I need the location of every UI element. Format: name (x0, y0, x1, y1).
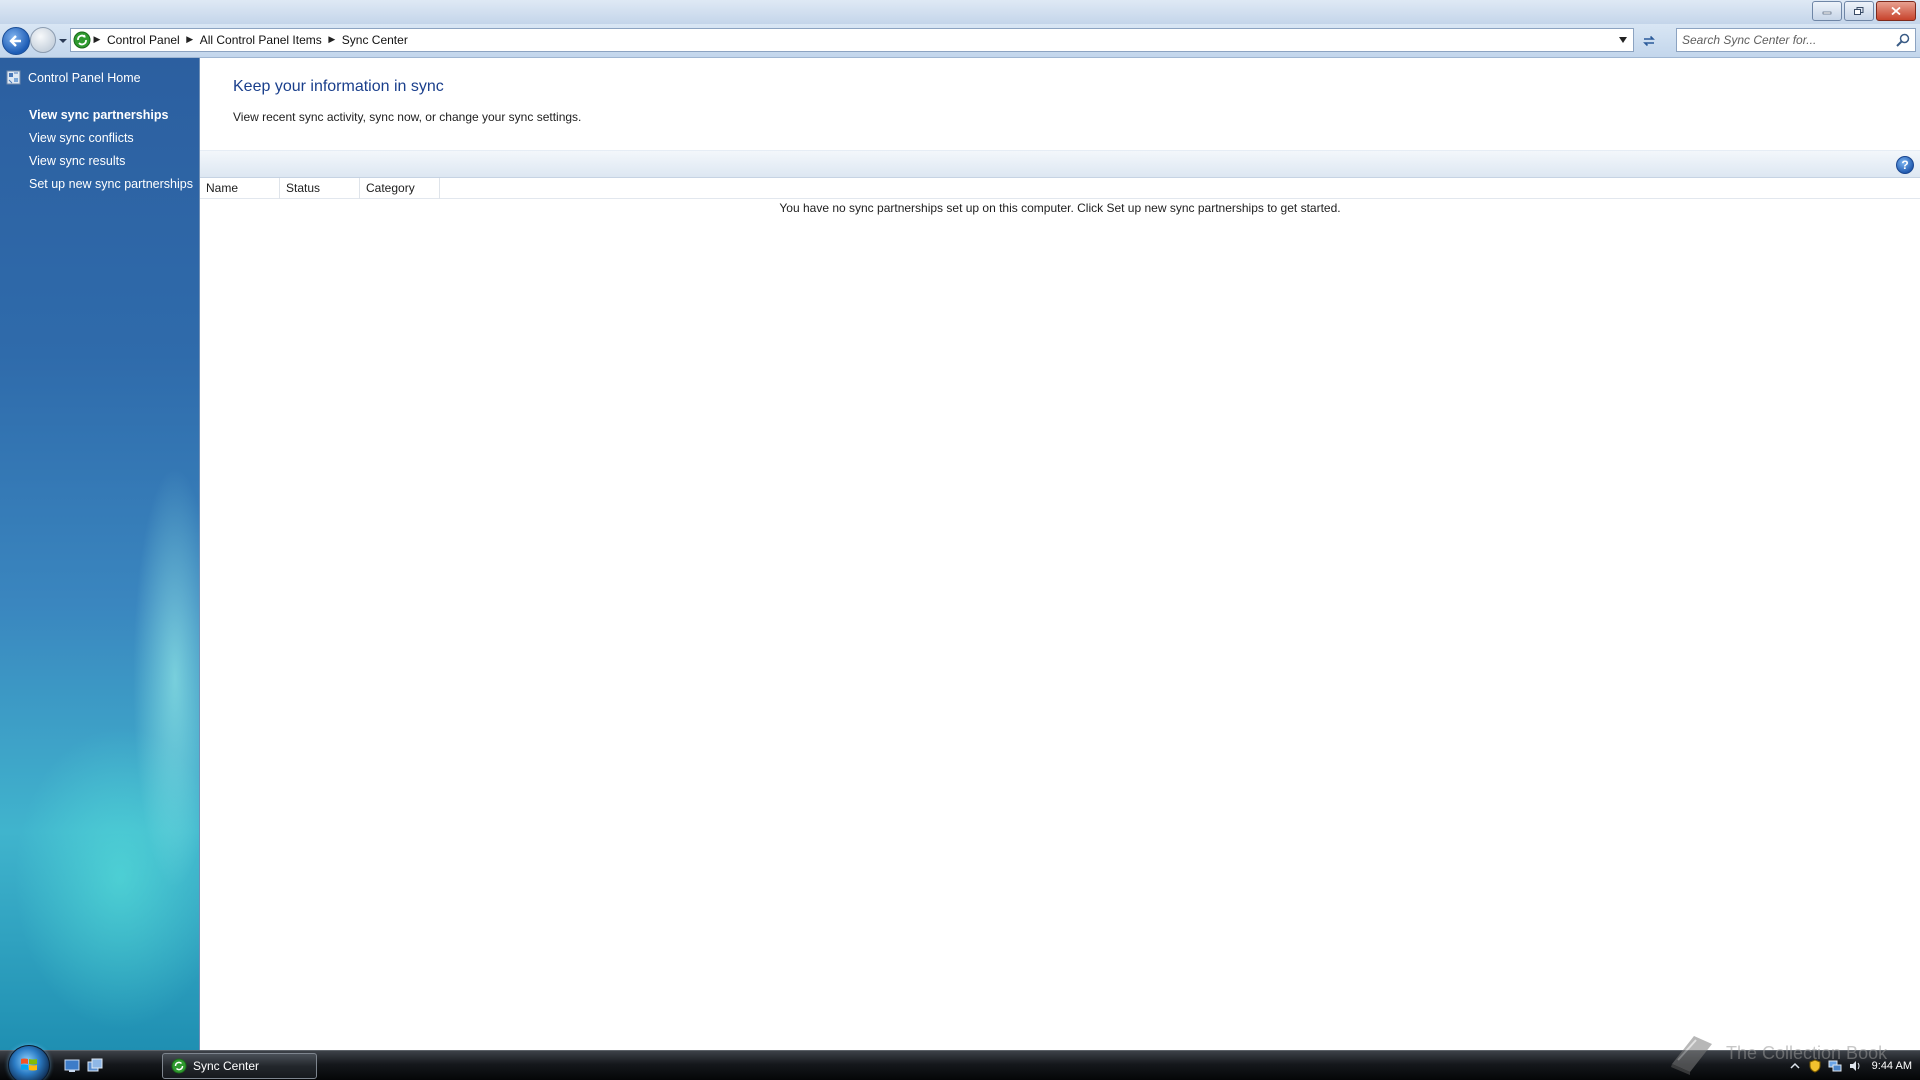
taskbar-button-label: Sync Center (193, 1059, 260, 1073)
page-title: Keep your information in sync (233, 78, 444, 95)
search-box[interactable] (1676, 28, 1916, 52)
address-bar[interactable]: ▶ Control Panel ▶ All Control Panel Item… (70, 28, 1634, 52)
task-view-sync-partnerships[interactable]: View sync partnerships (29, 106, 193, 129)
breadcrumb-sync-center[interactable]: Sync Center (338, 33, 412, 47)
windows-logo-icon (21, 1058, 37, 1071)
restore-button[interactable] (1844, 1, 1874, 21)
book-logo-icon (1671, 1036, 1712, 1075)
help-icon: ? (1901, 158, 1909, 172)
minimize-button[interactable] (1812, 1, 1842, 21)
task-set-up-new-sync-partnerships[interactable]: Set up new sync partnerships (29, 175, 193, 198)
close-icon (1891, 7, 1901, 15)
restore-icon (1854, 7, 1864, 15)
start-button[interactable] (8, 1045, 50, 1080)
breadcrumb-control-panel[interactable]: Control Panel (103, 33, 184, 47)
breadcrumb-separator-icon[interactable]: ▶ (184, 35, 196, 45)
empty-list-message: You have no sync partnerships set up on … (779, 201, 1341, 215)
sync-center-icon (171, 1058, 187, 1074)
command-bar: ? (200, 150, 1920, 178)
task-pane: Control Panel Home View sync partnership… (0, 58, 200, 1050)
main-content: Keep your information in sync View recen… (200, 58, 1920, 1050)
search-input[interactable] (1677, 30, 1895, 50)
address-dropdown-icon[interactable] (1619, 37, 1627, 43)
watermark-text: The Collection Book (1726, 1042, 1888, 1063)
task-view-sync-conflicts[interactable]: View sync conflicts (29, 129, 193, 152)
navigation-bar: ▶ Control Panel ▶ All Control Panel Item… (0, 24, 1920, 58)
show-desktop-icon[interactable] (64, 1058, 80, 1074)
caption-buttons (1812, 1, 1916, 21)
column-name[interactable]: Name (200, 178, 280, 199)
breadcrumb-all-control-panel-items[interactable]: All Control Panel Items (196, 33, 326, 47)
task-list: View sync partnerships View sync conflic… (29, 106, 193, 198)
refresh-icon (1643, 35, 1655, 47)
window-titlebar (0, 0, 1920, 24)
taskbar-sync-center-button[interactable]: Sync Center (162, 1053, 317, 1079)
recent-pages-dropdown-icon[interactable] (58, 37, 68, 45)
refresh-button[interactable] (1638, 30, 1660, 52)
breadcrumb-separator-icon[interactable]: ▶ (91, 35, 103, 45)
breadcrumb-separator-icon[interactable]: ▶ (326, 35, 338, 45)
taskbar: Sync Center 9:44 AM (0, 1045, 1920, 1080)
back-arrow-icon (9, 35, 21, 47)
switch-windows-icon[interactable] (87, 1058, 103, 1074)
control-panel-home-link[interactable]: Control Panel Home (6, 70, 141, 85)
watermark: The Collection Book (1666, 1030, 1887, 1076)
close-button[interactable] (1876, 1, 1916, 21)
control-panel-home-label: Control Panel Home (28, 70, 141, 85)
minimize-icon (1822, 11, 1832, 15)
column-status[interactable]: Status (280, 178, 360, 199)
help-button[interactable]: ? (1896, 156, 1914, 174)
sync-center-icon (73, 31, 91, 49)
back-button[interactable] (2, 27, 30, 55)
search-icon[interactable] (1895, 32, 1911, 48)
column-category[interactable]: Category (360, 178, 440, 199)
page-description: View recent sync activity, sync now, or … (233, 110, 582, 124)
task-view-sync-results[interactable]: View sync results (29, 152, 193, 175)
forward-button[interactable] (30, 27, 56, 53)
column-header: Name Status Category (200, 178, 1920, 199)
control-panel-icon (6, 70, 21, 85)
